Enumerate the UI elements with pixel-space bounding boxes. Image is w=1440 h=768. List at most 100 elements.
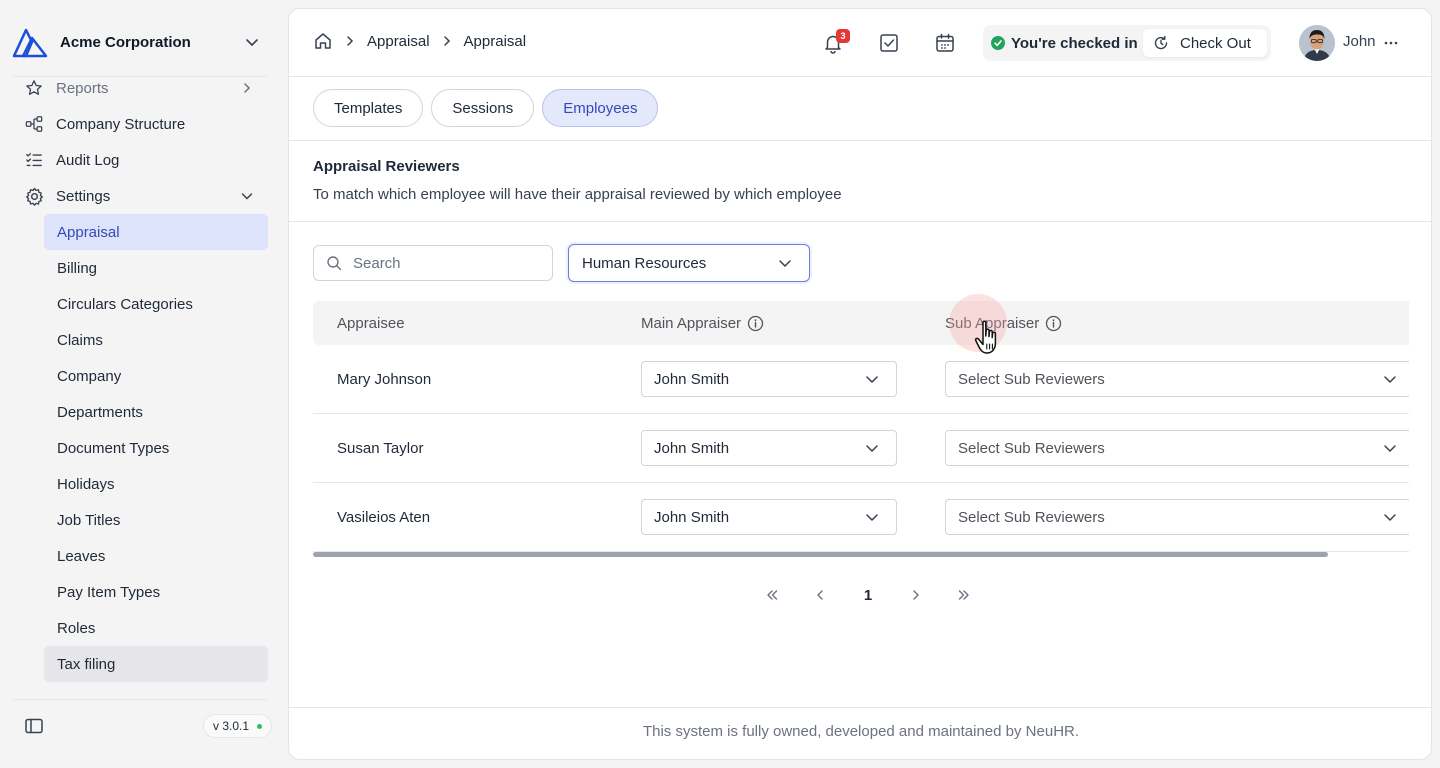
breadcrumb-item[interactable]: Appraisal xyxy=(367,33,430,50)
sidebar-item-company-structure[interactable]: Company Structure xyxy=(12,106,268,142)
settings-sub-job-titles[interactable]: Job Titles xyxy=(44,502,268,538)
info-icon[interactable] xyxy=(747,315,764,332)
sub-appraiser-select[interactable]: Select Sub Reviewers xyxy=(945,499,1409,535)
settings-sub-leaves[interactable]: Leaves xyxy=(44,538,268,574)
chevron-down-icon xyxy=(866,376,878,383)
checkin-status-text: You're checked in xyxy=(1011,34,1138,52)
select-value: John Smith xyxy=(654,370,730,388)
reviewers-table: Appraisee Main Appraiser Sub Appraiser M… xyxy=(313,301,1409,563)
chevron-down-icon xyxy=(866,445,878,452)
column-header-appraisee: Appraisee xyxy=(337,301,405,345)
sidebar-item-audit-log[interactable]: Audit Log xyxy=(12,142,268,178)
settings-sub-circulars-categories[interactable]: Circulars Categories xyxy=(44,286,268,322)
sidebar-item-label: Audit Log xyxy=(56,151,120,169)
settings-sub-claims[interactable]: Claims xyxy=(44,322,268,358)
horizontal-scrollbar[interactable] xyxy=(313,552,1328,557)
hand-pointer-cursor-icon xyxy=(974,320,997,354)
main-appraiser-select[interactable]: John Smith xyxy=(641,499,897,535)
sidebar-item-settings[interactable]: Settings xyxy=(12,178,268,214)
org-switcher[interactable]: Acme Corporation xyxy=(12,24,268,60)
sidebar-item-label: Settings xyxy=(56,187,111,205)
sidebar: Acme Corporation Reports Company Structu… xyxy=(0,0,280,768)
chevron-down-icon xyxy=(1384,376,1396,383)
divider xyxy=(289,140,1431,141)
checkin-status: You're checked in xyxy=(991,25,1138,61)
column-header-label: Appraisee xyxy=(337,314,405,332)
status-dot xyxy=(257,723,263,729)
check-circle-icon xyxy=(991,36,1005,50)
chevron-right-icon xyxy=(244,83,251,93)
table-row: Susan Taylor John Smith Select Sub Revie… xyxy=(313,414,1409,483)
breadcrumb-item-current: Appraisal xyxy=(463,32,527,50)
first-page-button[interactable] xyxy=(748,583,796,607)
settings-sub-roles[interactable]: Roles xyxy=(44,610,268,646)
version-text: v 3.0.1 xyxy=(213,719,250,733)
page-number-current[interactable]: 1 xyxy=(844,583,892,607)
column-header-label: Main Appraiser xyxy=(641,314,742,332)
select-placeholder: Select Sub Reviewers xyxy=(958,370,1105,388)
chevron-right-icon xyxy=(913,590,919,600)
column-header-main-appraiser: Main Appraiser xyxy=(641,301,764,345)
avatar[interactable] xyxy=(1299,25,1335,61)
attendance-widget: You're checked in Check Out xyxy=(983,25,1271,61)
settings-sub-holidays[interactable]: Holidays xyxy=(44,466,268,502)
settings-sub-tax-filing[interactable]: Tax filing xyxy=(44,646,268,682)
appraisee-name: Vasileios Aten xyxy=(337,508,431,526)
chevrons-left-icon xyxy=(767,590,778,600)
previous-page-button[interactable] xyxy=(796,583,844,607)
settings-sub-departments[interactable]: Departments xyxy=(44,394,268,430)
tab-bar: Templates Sessions Employees xyxy=(313,89,659,127)
gear-icon xyxy=(24,186,44,206)
chevrons-right-icon xyxy=(958,590,969,600)
select-placeholder: Select Sub Reviewers xyxy=(958,508,1105,526)
sidebar-toggle-icon[interactable] xyxy=(24,716,44,736)
settings-sub-document-types[interactable]: Document Types xyxy=(44,430,268,466)
chevron-down-icon xyxy=(779,260,791,267)
main-appraiser-select[interactable]: John Smith xyxy=(641,361,897,397)
main-appraiser-select[interactable]: John Smith xyxy=(641,430,897,466)
user-name[interactable]: John xyxy=(1343,33,1376,50)
calendar-icon[interactable] xyxy=(934,32,956,54)
sidebar-divider xyxy=(12,699,268,700)
chevron-down-icon xyxy=(1384,514,1396,521)
sub-appraiser-select[interactable]: Select Sub Reviewers xyxy=(945,361,1409,397)
checklist-icon xyxy=(24,150,44,170)
department-select-value: Human Resources xyxy=(582,254,707,272)
sidebar-item-reports[interactable]: Reports xyxy=(12,77,268,106)
more-horizontal-icon[interactable] xyxy=(1383,33,1399,53)
settings-sub-company[interactable]: Company xyxy=(44,358,268,394)
settings-sub-billing[interactable]: Billing xyxy=(44,250,268,286)
appraisee-name: Susan Taylor xyxy=(337,439,424,457)
task-check-icon[interactable] xyxy=(878,32,900,54)
settings-sub-appraisal[interactable]: Appraisal xyxy=(44,214,268,250)
home-icon[interactable] xyxy=(313,31,333,51)
info-icon[interactable] xyxy=(1045,315,1062,332)
appraisee-name: Mary Johnson xyxy=(337,370,432,388)
top-bar: Appraisal Appraisal 3 You're checked in … xyxy=(289,9,1431,77)
table-row: Vasileios Aten John Smith Select Sub Rev… xyxy=(313,483,1409,552)
hierarchy-icon xyxy=(24,114,44,134)
search-field[interactable] xyxy=(313,245,553,281)
department-select[interactable]: Human Resources xyxy=(568,244,810,282)
search-input[interactable] xyxy=(353,254,533,272)
table-row: Mary Johnson John Smith Select Sub Revie… xyxy=(313,345,1409,414)
divider xyxy=(289,221,1431,222)
select-placeholder: Select Sub Reviewers xyxy=(958,439,1105,457)
clock-out-icon xyxy=(1154,35,1168,50)
tab-sessions[interactable]: Sessions xyxy=(431,89,535,127)
chevron-down-icon[interactable] xyxy=(242,32,262,52)
sidebar-nav[interactable]: Reports Company Structure Audit Log Sett… xyxy=(0,77,280,698)
org-name: Acme Corporation xyxy=(60,33,191,51)
settings-sub-pay-item-types[interactable]: Pay Item Types xyxy=(44,574,268,610)
check-out-button[interactable]: Check Out xyxy=(1143,29,1267,57)
pagination: 1 xyxy=(748,583,988,607)
sidebar-item-label: Company Structure xyxy=(56,115,186,133)
chevron-right-icon xyxy=(443,36,450,46)
last-page-button[interactable] xyxy=(940,583,988,607)
tab-templates[interactable]: Templates xyxy=(313,89,424,127)
next-page-button[interactable] xyxy=(892,583,940,607)
chevron-down-icon xyxy=(866,514,878,521)
tab-employees[interactable]: Employees xyxy=(542,89,659,127)
select-value: John Smith xyxy=(654,508,730,526)
sub-appraiser-select[interactable]: Select Sub Reviewers xyxy=(945,430,1409,466)
